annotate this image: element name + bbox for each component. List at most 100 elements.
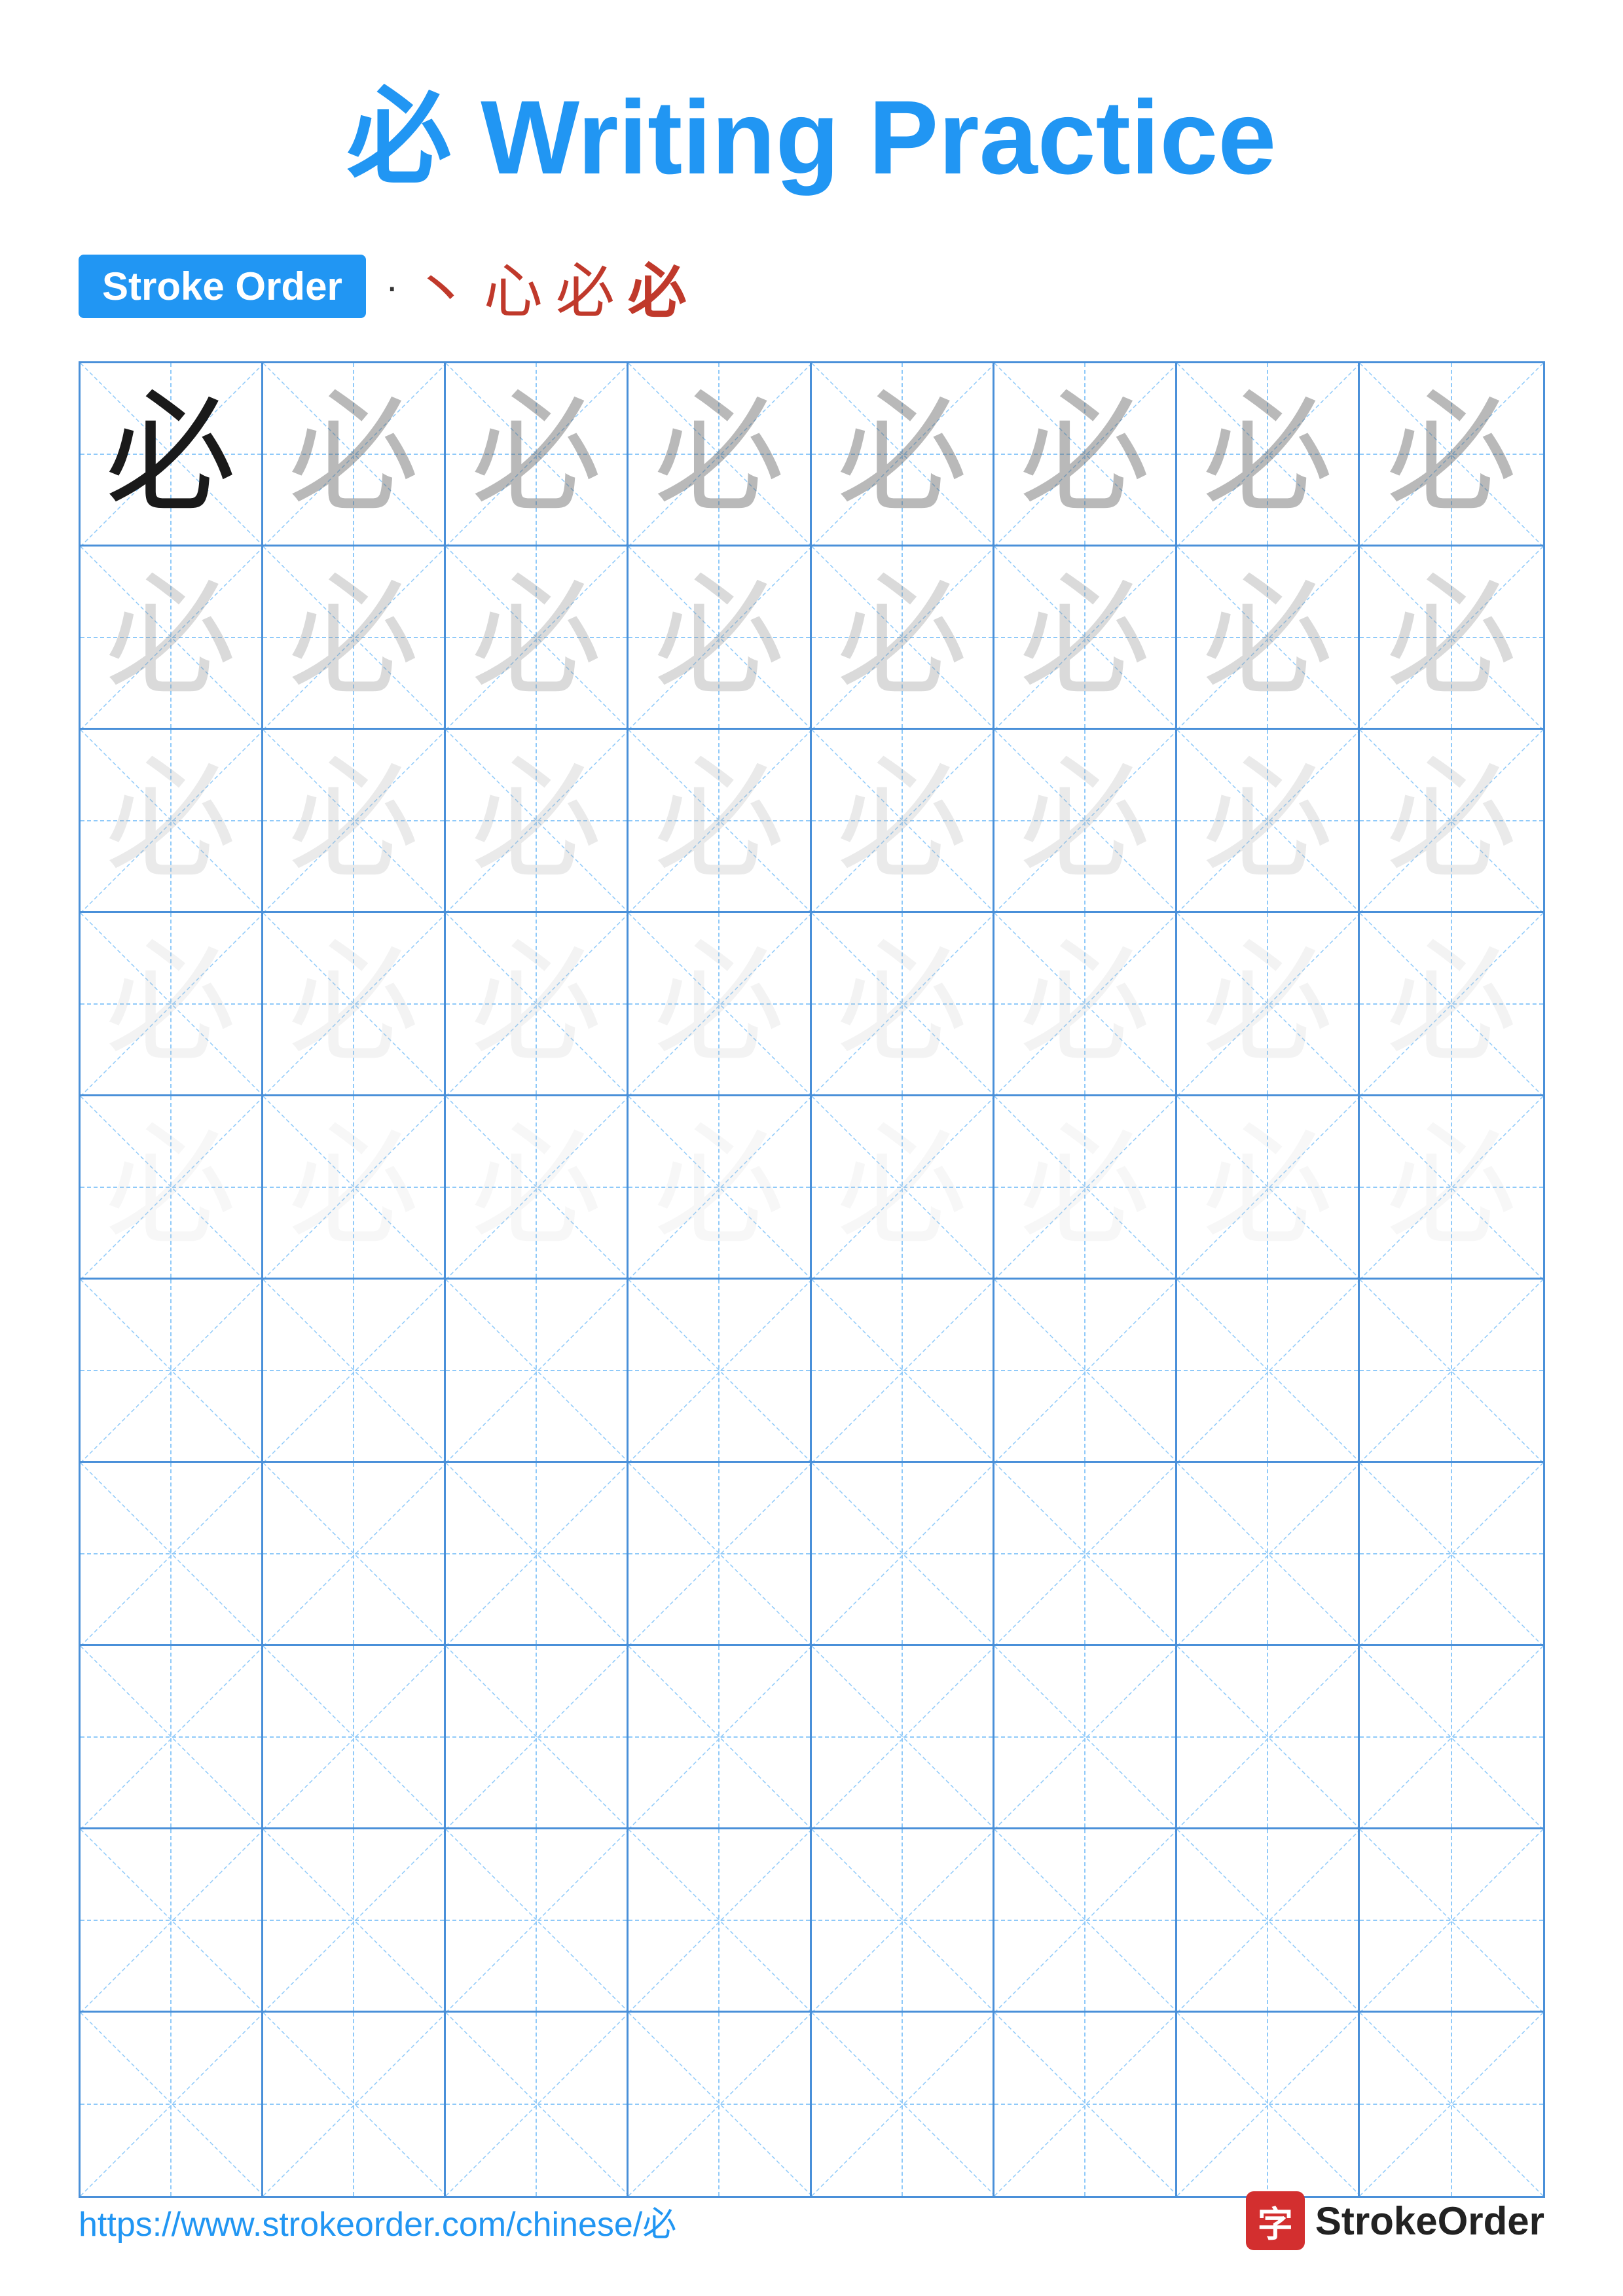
- grid-cell-empty[interactable]: [263, 1829, 446, 2013]
- grid-cell[interactable]: 必: [812, 547, 994, 730]
- grid-cell[interactable]: 必: [1360, 1096, 1542, 1280]
- grid-cell[interactable]: 必: [812, 363, 994, 547]
- grid-cell-empty[interactable]: [1360, 2013, 1542, 2196]
- grid-cell-empty[interactable]: [1177, 1280, 1360, 1463]
- grid-cell-empty[interactable]: [263, 2013, 446, 2196]
- grid-cell-empty[interactable]: [629, 1280, 811, 1463]
- footer-logo-icon: 字: [1246, 2191, 1305, 2250]
- grid-row-7: [81, 1463, 1543, 1646]
- practice-char: 必: [653, 755, 784, 886]
- grid-cell[interactable]: 必: [446, 547, 629, 730]
- grid-cell-empty[interactable]: [629, 1463, 811, 1646]
- grid-cell-empty[interactable]: [629, 2013, 811, 2196]
- grid-cell-empty[interactable]: [446, 1829, 629, 2013]
- grid-cell-empty[interactable]: [1177, 1646, 1360, 1829]
- grid-cell[interactable]: 必: [1177, 547, 1360, 730]
- grid-cell[interactable]: 必: [994, 1096, 1177, 1280]
- grid-cell[interactable]: 必: [1360, 730, 1542, 913]
- grid-cell[interactable]: 必: [446, 913, 629, 1096]
- grid-cell[interactable]: 必: [994, 547, 1177, 730]
- grid-cell-empty[interactable]: [1360, 1646, 1542, 1829]
- grid-cell[interactable]: 必: [446, 730, 629, 913]
- grid-cell[interactable]: 必: [629, 363, 811, 547]
- practice-char: 必: [105, 572, 236, 703]
- grid-cell-empty[interactable]: [81, 1646, 263, 1829]
- grid-cell[interactable]: 必: [629, 730, 811, 913]
- grid-row-10: [81, 2013, 1543, 2196]
- grid-cell[interactable]: 必: [81, 547, 263, 730]
- practice-char: 必: [1202, 939, 1333, 1069]
- grid-cell[interactable]: 必: [1360, 363, 1542, 547]
- grid-cell-empty[interactable]: [263, 1280, 446, 1463]
- grid-row-9: [81, 1829, 1543, 2013]
- grid-cell[interactable]: 必: [446, 1096, 629, 1280]
- grid-cell[interactable]: 必: [81, 913, 263, 1096]
- grid-cell-empty[interactable]: [812, 2013, 994, 2196]
- practice-char: 必: [105, 755, 236, 886]
- grid-cell-empty[interactable]: [81, 1463, 263, 1646]
- grid-cell[interactable]: 必: [812, 913, 994, 1096]
- grid-cell[interactable]: 必: [263, 547, 446, 730]
- grid-cell-empty[interactable]: [1177, 1829, 1360, 2013]
- footer-url-link[interactable]: https://www.strokeorder.com/chinese/必: [79, 2197, 676, 2246]
- grid-cell-empty[interactable]: [1177, 1463, 1360, 1646]
- grid-cell-empty[interactable]: [994, 1280, 1177, 1463]
- grid-cell[interactable]: 必: [1177, 913, 1360, 1096]
- grid-cell[interactable]: 必: [994, 363, 1177, 547]
- practice-char: 必: [288, 389, 419, 520]
- grid-cell-empty[interactable]: [263, 1646, 446, 1829]
- grid-row-5: 必 必 必 必 必 必 必: [81, 1096, 1543, 1280]
- grid-cell[interactable]: 必: [812, 730, 994, 913]
- grid-cell[interactable]: 必: [1177, 730, 1360, 913]
- grid-cell-empty[interactable]: [812, 1829, 994, 2013]
- grid-cell[interactable]: 必: [81, 730, 263, 913]
- practice-char: 必: [1202, 389, 1333, 520]
- grid-cell-empty[interactable]: [629, 1646, 811, 1829]
- grid-cell[interactable]: 必: [263, 1096, 446, 1280]
- grid-cell-empty[interactable]: [263, 1463, 446, 1646]
- grid-cell-empty[interactable]: [629, 1829, 811, 2013]
- practice-char: 必: [1019, 755, 1150, 886]
- grid-cell-empty[interactable]: [812, 1646, 994, 1829]
- grid-cell-empty[interactable]: [994, 2013, 1177, 2196]
- grid-cell[interactable]: 必: [263, 363, 446, 547]
- grid-cell[interactable]: 必: [1360, 547, 1542, 730]
- grid-cell-empty[interactable]: [81, 2013, 263, 2196]
- grid-row-1: 必 必 必 必 必 必 必: [81, 363, 1543, 547]
- practice-char: 必: [471, 755, 602, 886]
- practice-char: 必: [1202, 572, 1333, 703]
- grid-cell[interactable]: 必: [1177, 363, 1360, 547]
- grid-cell[interactable]: 必: [812, 1096, 994, 1280]
- grid-cell[interactable]: 必: [81, 1096, 263, 1280]
- grid-cell-empty[interactable]: [446, 1280, 629, 1463]
- grid-cell[interactable]: 必: [446, 363, 629, 547]
- grid-cell[interactable]: 必: [1177, 1096, 1360, 1280]
- practice-char: 必: [1019, 572, 1150, 703]
- grid-cell-empty[interactable]: [812, 1463, 994, 1646]
- grid-cell[interactable]: 必: [629, 547, 811, 730]
- grid-cell-empty[interactable]: [994, 1463, 1177, 1646]
- grid-cell[interactable]: 必: [263, 913, 446, 1096]
- grid-cell-empty[interactable]: [1177, 2013, 1360, 2196]
- grid-cell-empty[interactable]: [81, 1829, 263, 2013]
- grid-cell-empty[interactable]: [812, 1280, 994, 1463]
- practice-char: 必: [1019, 389, 1150, 520]
- grid-cell[interactable]: 必: [994, 913, 1177, 1096]
- grid-cell-empty[interactable]: [994, 1646, 1177, 1829]
- grid-cell-empty[interactable]: [1360, 1280, 1542, 1463]
- grid-cell-empty[interactable]: [446, 1646, 629, 1829]
- grid-cell[interactable]: 必: [81, 363, 263, 547]
- practice-char: 必: [471, 572, 602, 703]
- grid-cell-empty[interactable]: [1360, 1463, 1542, 1646]
- grid-cell[interactable]: 必: [629, 913, 811, 1096]
- grid-cell[interactable]: 必: [629, 1096, 811, 1280]
- grid-cell-empty[interactable]: [446, 1463, 629, 1646]
- grid-cell[interactable]: 必: [994, 730, 1177, 913]
- practice-char: 必: [1202, 1122, 1333, 1253]
- grid-cell-empty[interactable]: [81, 1280, 263, 1463]
- grid-cell-empty[interactable]: [994, 1829, 1177, 2013]
- grid-cell[interactable]: 必: [1360, 913, 1542, 1096]
- grid-cell[interactable]: 必: [263, 730, 446, 913]
- grid-cell-empty[interactable]: [1360, 1829, 1542, 2013]
- grid-cell-empty[interactable]: [446, 2013, 629, 2196]
